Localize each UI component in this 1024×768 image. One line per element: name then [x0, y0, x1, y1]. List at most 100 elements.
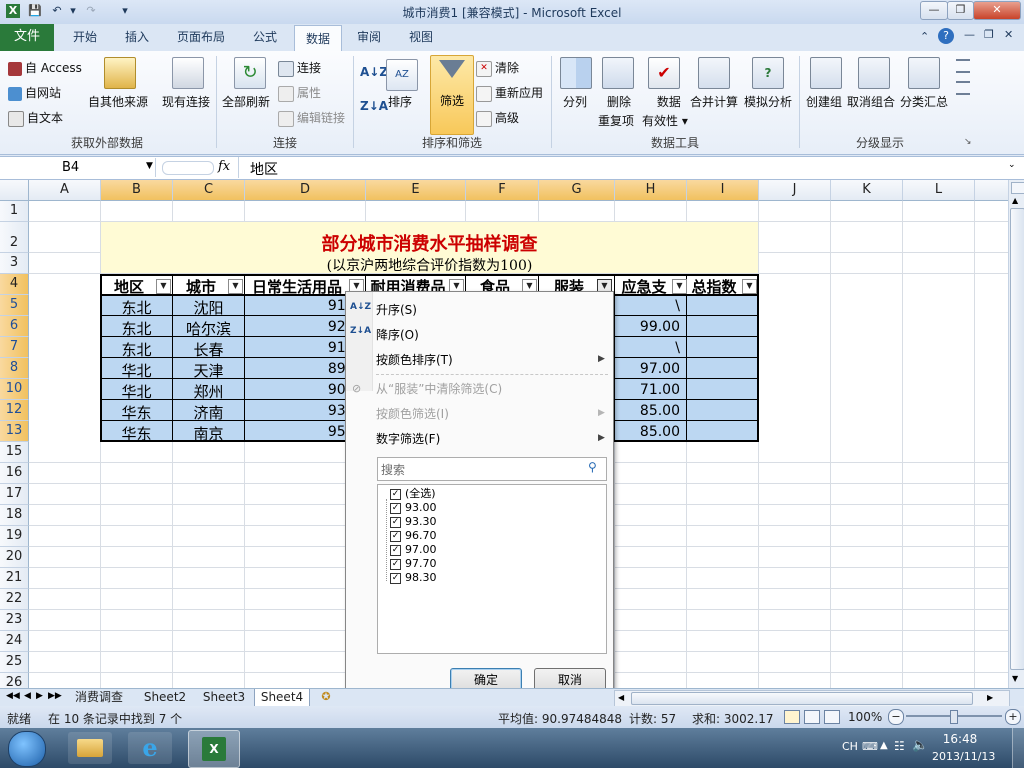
filter-dropdown-icon[interactable]: ▼	[228, 279, 243, 294]
clock-date[interactable]: 2013/11/13	[932, 750, 995, 763]
dialog-launcher-icon[interactable]: ↘	[964, 137, 972, 147]
remove-duplicates-button[interactable]: 删除 重复项	[598, 93, 634, 129]
column-header-b[interactable]: B	[101, 180, 173, 201]
row-header[interactable]: 5	[0, 295, 29, 316]
data-validation-button[interactable]: 数据 有效性 ▾	[642, 93, 688, 129]
checkbox-item[interactable]: ✓ 93.30	[390, 515, 437, 529]
cell-city[interactable]: 哈尔滨	[173, 318, 244, 339]
column-header-d[interactable]: D	[245, 180, 366, 201]
column-header-g[interactable]: G	[539, 180, 615, 201]
scroll-left-icon[interactable]: ◀	[618, 693, 624, 702]
cell-city[interactable]: 沈阳	[173, 297, 244, 318]
row-header[interactable]: 16	[0, 463, 29, 484]
zoom-in-icon[interactable]: +	[1005, 709, 1021, 725]
insert-function-icon[interactable]: fx	[218, 159, 230, 174]
insert-sheet-icon[interactable]: ✪	[318, 690, 334, 704]
sheet-tab[interactable]: Sheet3	[198, 689, 250, 706]
row-header[interactable]: 23	[0, 610, 29, 631]
tab-formulas[interactable]: 公式	[242, 24, 288, 51]
vertical-scrollbar[interactable]: ▲ ▼	[1008, 180, 1024, 688]
column-header-m[interactable]	[975, 180, 1008, 201]
sort-za-icon[interactable]: Z↓A	[360, 99, 388, 113]
tab-data[interactable]: 数据	[294, 25, 342, 53]
cell-region[interactable]: 华东	[101, 402, 172, 423]
cell-city[interactable]: 郑州	[173, 381, 244, 402]
cell-region[interactable]: 华北	[101, 360, 172, 381]
sort-by-color-item[interactable]: 按颜色排序(T)	[376, 350, 453, 370]
row-header[interactable]: 20	[0, 547, 29, 568]
expand-formula-bar-icon[interactable]: ⌄	[1008, 160, 1016, 170]
filter-button[interactable]: 筛选	[430, 55, 474, 135]
row-header[interactable]: 21	[0, 568, 29, 589]
checkbox-select-all[interactable]: ✓ (全选)	[390, 487, 436, 501]
show-detail-icon[interactable]	[956, 59, 970, 73]
sheet-tab-active[interactable]: Sheet4	[254, 689, 310, 707]
zoom-level[interactable]: 100%	[848, 710, 882, 724]
subtotal-button[interactable]: 分类汇总	[900, 93, 948, 110]
clear-filter-button[interactable]: ✕ 清除	[476, 59, 519, 77]
zoom-slider-thumb[interactable]	[950, 710, 958, 724]
cell-city[interactable]: 济南	[173, 402, 244, 423]
name-box[interactable]: B4 ▼	[0, 158, 156, 177]
hide-detail-icon[interactable]	[956, 81, 970, 95]
start-button[interactable]	[8, 731, 46, 767]
cell-emergency[interactable]: \	[615, 298, 686, 314]
ungroup-button[interactable]: 取消组合	[847, 93, 895, 110]
formula-input[interactable]: 地区	[250, 159, 278, 179]
workbook-minimize-icon[interactable]: —	[964, 28, 975, 41]
cell-region[interactable]: 华东	[101, 423, 172, 444]
tab-home[interactable]: 开始	[62, 24, 108, 51]
close-button[interactable]: ✕	[973, 1, 1021, 20]
show-hidden-icons-icon[interactable]: ▲	[880, 740, 888, 751]
tab-insert[interactable]: 插入	[114, 24, 160, 51]
show-desktop-button[interactable]	[1012, 728, 1024, 768]
cell-emergency[interactable]: 99.00	[615, 319, 686, 335]
row-header[interactable]: 7	[0, 337, 29, 358]
header-cell-emergency[interactable]: 应急支	[616, 276, 672, 297]
checkbox-item[interactable]: ✓ 96.70	[390, 529, 437, 543]
sheet-tab[interactable]: 消费调查	[66, 689, 132, 706]
sheet-subtitle[interactable]: (以京沪两地综合评价指数为100)	[101, 255, 758, 275]
sheet-title[interactable]: 部分城市消费水平抽样调查	[101, 230, 758, 256]
row-header[interactable]: 18	[0, 505, 29, 526]
select-all-button[interactable]	[0, 180, 29, 201]
from-web-button[interactable]: 自网站	[8, 84, 61, 101]
ime-indicator[interactable]: CH	[842, 740, 858, 753]
tab-review[interactable]: 审阅	[346, 24, 392, 51]
sort-button[interactable]: 排序	[388, 93, 412, 110]
filter-search-input[interactable]: 搜索 ⚲	[377, 457, 607, 481]
prev-sheet-icon[interactable]: ◀	[24, 691, 31, 701]
sort-descending-item[interactable]: 降序(O)	[376, 325, 419, 345]
filter-dropdown-icon[interactable]: ▼	[742, 279, 757, 294]
name-box-dropdown-icon[interactable]: ▼	[146, 161, 153, 171]
row-header[interactable]: 19	[0, 526, 29, 547]
from-access-button[interactable]: 自 Access	[8, 59, 82, 76]
workbook-restore-icon[interactable]: ❐	[984, 28, 994, 41]
zoom-out-icon[interactable]: −	[888, 709, 904, 725]
cell-region[interactable]: 东北	[101, 297, 172, 318]
row-header[interactable]: 26	[0, 673, 29, 688]
column-header-j[interactable]: J	[759, 180, 831, 201]
cell-emergency[interactable]: 85.00	[615, 403, 686, 419]
cell-emergency[interactable]: \	[615, 340, 686, 356]
connections-button[interactable]: 连接	[278, 59, 321, 77]
scroll-down-icon[interactable]: ▼	[1012, 674, 1018, 683]
workbook-close-icon[interactable]: ✕	[1004, 28, 1013, 41]
normal-view-icon[interactable]	[784, 710, 800, 724]
scroll-right-icon[interactable]: ▶	[987, 693, 993, 702]
scroll-up-icon[interactable]: ▲	[1012, 196, 1018, 205]
horizontal-scrollbar[interactable]: ◀ ▶	[614, 690, 1010, 707]
help-icon[interactable]: ?	[938, 28, 954, 44]
first-sheet-icon[interactable]: ◀◀	[6, 691, 20, 701]
network-icon[interactable]: ☷	[894, 739, 905, 753]
page-break-view-icon[interactable]	[824, 710, 840, 724]
header-cell-total-index[interactable]: 总指数	[688, 276, 740, 297]
column-header-h[interactable]: H	[615, 180, 687, 201]
minimize-button[interactable]: —	[920, 1, 948, 20]
whatif-button[interactable]: 模拟分析	[744, 93, 792, 110]
row-header[interactable]: 8	[0, 358, 29, 379]
cell-region[interactable]: 东北	[101, 339, 172, 360]
row-header[interactable]: 10	[0, 379, 29, 400]
from-text-button[interactable]: 自文本	[8, 109, 63, 127]
excel-taskbar-button[interactable]: X	[188, 730, 240, 768]
